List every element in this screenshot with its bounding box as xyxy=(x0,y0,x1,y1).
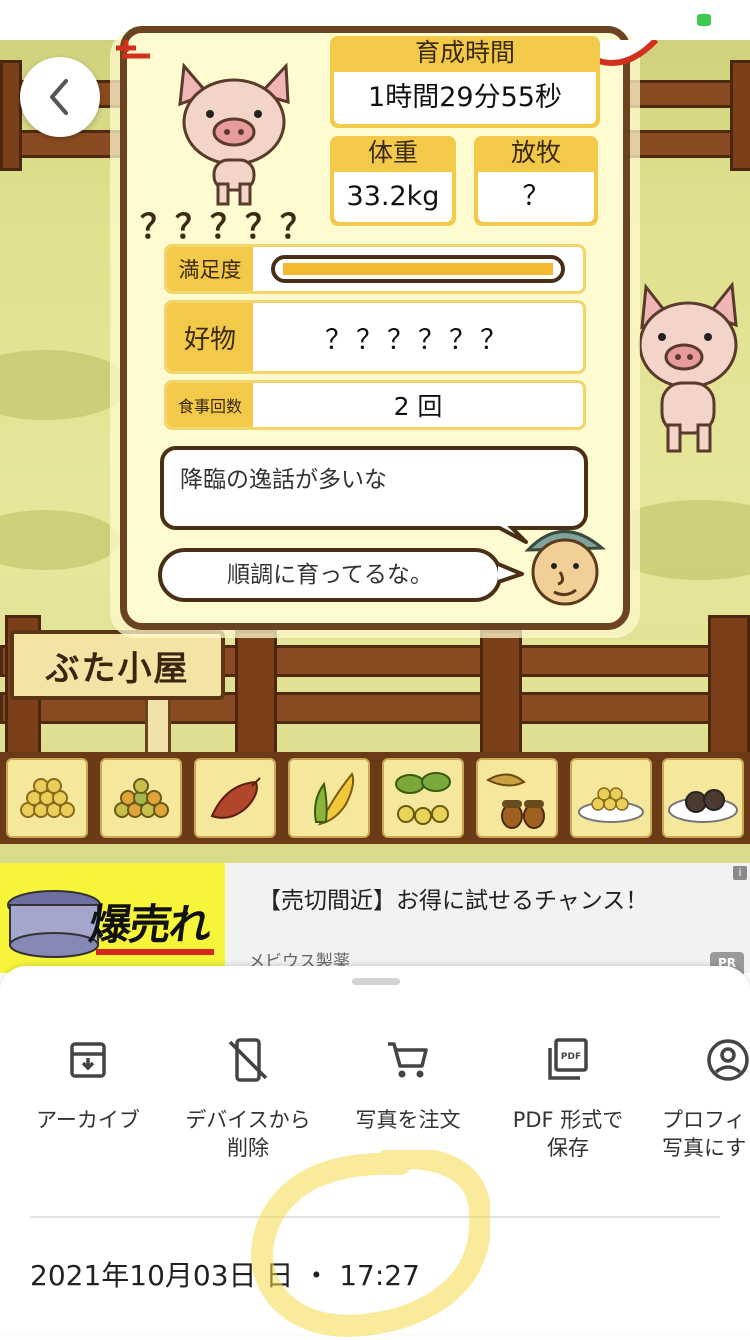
device-remove-icon xyxy=(228,1038,268,1082)
hut-sign-label: ぶた小屋 xyxy=(45,648,190,689)
save-pdf-button[interactable]: PDF PDF 形式で 保存 xyxy=(488,1030,648,1170)
remove-from-device-button[interactable]: デバイスから 削除 xyxy=(168,1030,328,1170)
bubble-tail xyxy=(498,562,524,584)
weight-value: 33.2kg xyxy=(334,172,452,222)
beans-yellow-icon xyxy=(20,778,75,818)
favorite-value: ？？？？？？ xyxy=(253,303,583,371)
meatball-plate-icon xyxy=(668,789,738,823)
satisfaction-label: 満足度 xyxy=(167,247,253,291)
back-button[interactable] xyxy=(20,57,100,137)
pig-portrait xyxy=(178,62,290,206)
meal-count-value: 2 回 xyxy=(253,383,583,427)
sheet-drag-handle[interactable] xyxy=(352,978,400,985)
ad-image: 爆売れ xyxy=(0,863,225,973)
ad-info-icon[interactable]: i xyxy=(733,866,747,880)
sweet-potato-icon xyxy=(210,777,261,819)
order-photos-label: 写真を注文 xyxy=(355,1108,461,1132)
food-slot-beans-yellow[interactable] xyxy=(6,758,88,838)
growth-time-value: 1時間29分55秒 xyxy=(334,72,596,124)
weight-label: 体重 xyxy=(330,136,456,170)
archive-button[interactable]: アーカイブ xyxy=(8,1030,168,1170)
fence-post xyxy=(480,630,522,766)
order-photos-button[interactable]: 写真を注文 xyxy=(328,1030,488,1170)
food-slot-beans-mixed[interactable] xyxy=(100,758,182,838)
growth-time-card: 育成時間 1時間29分55秒 xyxy=(330,36,600,128)
chevron-left-icon xyxy=(50,79,68,115)
speech-bubble: 順調に育ってるな。 xyxy=(158,548,502,602)
save-pdf-label: PDF 形式で 保存 xyxy=(512,1108,624,1160)
comment-text: 降臨の逸話が多いな xyxy=(180,467,387,493)
ad-headline: 【売切間近】お得に試せるチャンス！ xyxy=(258,888,649,914)
profile-icon xyxy=(707,1039,749,1081)
food-slot-meatball-plate[interactable] xyxy=(662,758,744,838)
archive-icon xyxy=(70,1042,106,1078)
favorite-row: 好物 ？？？？？？ xyxy=(164,300,586,374)
food-slot-sweet-potato[interactable] xyxy=(194,758,276,838)
speech-text: 順調に育ってるな。 xyxy=(227,562,433,588)
favorite-label: 好物 xyxy=(167,303,253,371)
set-profile-photo-label: プロフィ 写真にす xyxy=(662,1108,747,1160)
soybean-plant-icon xyxy=(395,772,451,825)
set-profile-photo-button[interactable]: プロフィ 写真にす xyxy=(648,1030,750,1170)
cart-icon xyxy=(388,1042,428,1078)
meal-count-row: 食事回数 2 回 xyxy=(164,380,586,430)
grass-shadow xyxy=(0,510,120,570)
corn-icon xyxy=(314,772,355,826)
pig-name: ？？？？？ xyxy=(140,207,315,246)
ad-underline xyxy=(96,949,214,955)
acorn-icon xyxy=(485,773,545,829)
ad-banner[interactable]: 爆売れ 【売切間近】お得に試せるチャンス！ メビウス製薬 xyxy=(0,863,750,973)
food-slot-grains-plate[interactable] xyxy=(570,758,652,838)
comment-bubble: 降臨の逸話が多いな xyxy=(160,446,588,530)
ad-image-text: 爆売れ xyxy=(86,900,214,949)
satisfaction-meter-fill xyxy=(283,263,553,275)
food-bar xyxy=(0,752,750,844)
weight-card: 体重 33.2kg xyxy=(330,136,456,226)
grazing-value: ？ xyxy=(478,172,594,222)
ribbon-decoration xyxy=(112,40,164,60)
food-slot-acorn[interactable] xyxy=(476,758,558,838)
growth-time-label: 育成時間 xyxy=(330,36,600,70)
food-slot-corn[interactable] xyxy=(288,758,370,838)
fence-post xyxy=(235,630,277,766)
grazing-card: 放牧 ？ xyxy=(474,136,598,226)
food-slot-soybean-plant[interactable] xyxy=(382,758,464,838)
farmer-avatar xyxy=(524,530,606,606)
hut-sign: ぶた小屋 xyxy=(10,630,225,700)
satisfaction-meter xyxy=(271,255,565,283)
highlight-scribble xyxy=(251,1150,490,1337)
archive-label: アーカイブ xyxy=(36,1108,140,1132)
fence-post xyxy=(730,60,750,171)
meal-count-label: 食事回数 xyxy=(167,383,253,427)
beans-mixed-icon xyxy=(114,778,169,818)
satisfaction-row: 満足度 xyxy=(164,244,586,294)
grains-plate-icon xyxy=(578,787,644,823)
grazing-label: 放牧 xyxy=(474,136,598,170)
pdf-icon: PDF xyxy=(548,1038,588,1080)
pig-character xyxy=(638,281,738,453)
fence-post xyxy=(0,60,22,171)
battery-icon xyxy=(697,14,711,26)
fence-post xyxy=(708,615,750,761)
svg-text:PDF: PDF xyxy=(561,1052,581,1062)
